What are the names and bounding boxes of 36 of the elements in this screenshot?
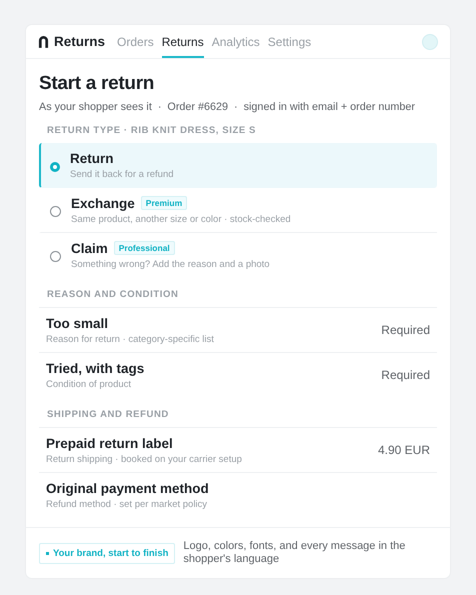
return-option[interactable]: Claim Professional Something wrong? Add the reason and a photo xyxy=(39,233,437,277)
radio-button[interactable] xyxy=(50,206,61,217)
logo-icon xyxy=(38,35,49,48)
nav-tab[interactable]: Returns xyxy=(162,25,204,58)
bullet-icon xyxy=(46,552,49,555)
return-option[interactable]: Return Send it back for a refund xyxy=(39,143,437,188)
item-title: Return xyxy=(70,150,114,166)
page-title: Start a return xyxy=(39,73,156,95)
section-heading: SHIPPING AND REFUND xyxy=(46,408,170,422)
item-title: Too small xyxy=(46,316,108,330)
item-value: 4.90 EUR xyxy=(378,443,430,457)
item-description: Reason for return · category-specific list xyxy=(46,334,215,344)
radio-button[interactable] xyxy=(50,251,61,262)
item-description: Refund method · set per market policy xyxy=(46,498,208,510)
radio-button[interactable] xyxy=(50,162,60,172)
item-description: Same product, another size or color · stock-checked xyxy=(71,214,292,224)
section-heading: REASON AND CONDITION xyxy=(46,288,180,302)
item-value: Required xyxy=(381,323,430,337)
brand-tag-label: Your brand, start to finish xyxy=(53,548,168,559)
section-heading: RETURN TYPE · RIB KNIT DRESS, SIZE S xyxy=(46,124,257,138)
item-description: Condition of product xyxy=(46,378,132,390)
brand-name: Returns xyxy=(54,34,106,49)
item-title: Original payment method xyxy=(46,480,209,496)
item-value: Required xyxy=(381,368,430,382)
page-subtitle: As your shopper sees it · Order #6629 · signed in with email + order number xyxy=(39,101,416,113)
item-description: Return shipping · booked on your carrier setup xyxy=(46,454,243,464)
plan-badge: Premium xyxy=(140,196,188,210)
plan-badge: Professional xyxy=(114,241,175,255)
item-title: Claim xyxy=(71,240,108,256)
item-description: Send it back for a refund xyxy=(70,168,175,180)
return-option[interactable]: Exchange Premium Same product, another size or color · stock-checked xyxy=(39,188,437,233)
item-description: Something wrong? Add the reason and a photo xyxy=(71,258,271,270)
item-title: Prepaid return label xyxy=(46,436,173,450)
footer-text: Logo, colors, fonts, and every message in the shopper's language xyxy=(183,540,406,566)
item-title: Tried, with tags xyxy=(46,360,144,376)
item-title: Exchange xyxy=(71,196,135,210)
